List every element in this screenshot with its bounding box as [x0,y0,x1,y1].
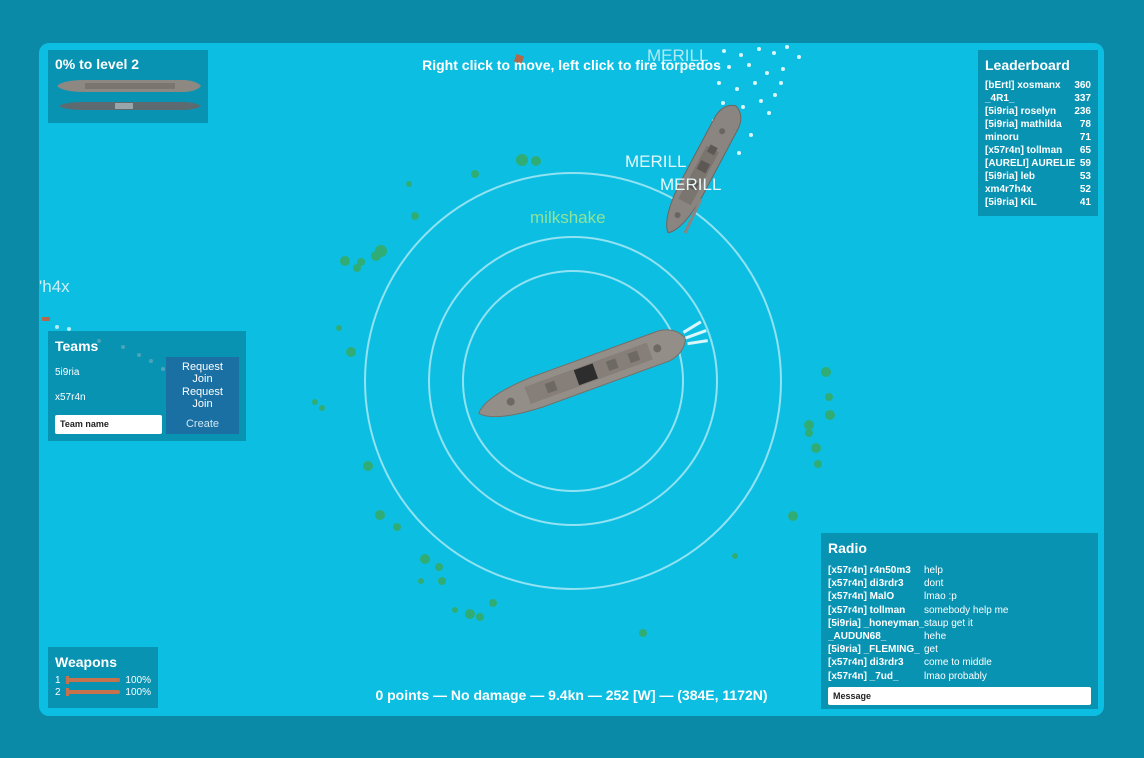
radio-sender: [x57r4n] di3rdr3 [828,578,904,590]
status-bar: 0 points — No damage — 9.4kn — 252 [W] —… [375,687,768,703]
submarine-preview-icon [59,102,201,110]
radio-text: hehe [924,631,947,643]
leaderboard-player-name: minoru [985,132,1019,143]
leaderboard-row: [5i9ria] leb 53 [985,170,1091,183]
enemy-name-label: MERILL [660,175,722,194]
weapons-title: Weapons [55,654,117,670]
leaderboard-score: 236 [1074,106,1091,117]
leaderboard-player-name: [5i9ria] KiL [985,197,1037,208]
request-join-button[interactable]: Request Join [166,381,239,414]
leaderboard-row: [5i9ria] mathilda 78 [985,118,1091,131]
leaderboard-row: _4R1_ 337 [985,92,1091,105]
radio-text: somebody help me [924,604,1009,616]
leaderboard-row: [AURELI] AURELIE 59 [985,157,1091,170]
player-ship [478,320,708,418]
level-panel: 0% to level 2 [48,50,208,123]
enemy-name-label: MERILL [647,46,709,65]
leaderboard-player-name: [5i9ria] roselyn [985,106,1057,117]
leaderboard-row: [5i9ria] roselyn 236 [985,105,1091,118]
leaderboard-score: 59 [1079,158,1091,169]
level-title: 0% to level 2 [55,56,140,72]
leaderboard-score: 52 [1079,184,1091,195]
weapon-reload-percent: 100% [125,674,151,686]
leaderboard-player-name: [x57r4n] tollman [985,145,1063,156]
create-team-button[interactable]: Create [166,414,239,434]
leaderboard-player-name: xm4r7h4x [985,184,1032,195]
team-row: x57r4n Request Join [55,381,239,414]
leaderboard-player-name: _4R1_ [985,93,1015,104]
leaderboard-player-name: [5i9ria] mathilda [985,119,1062,130]
radio-text: come to middle [924,657,992,669]
leaderboard-panel: Leaderboard [bErtl] xosmanx 360 _4R1_ 337 [5… [978,50,1098,216]
radio-text: dont [924,578,944,590]
radio-title: Radio [828,540,867,556]
enemy-name-label: MERILL [625,152,687,171]
radio-text: help [924,565,943,576]
radio-sender: [x57r4n] r4n50m3 [828,565,911,576]
radio-message: [x57r4n] di3rdr3 dont [828,577,1091,590]
teams-title: Teams [55,338,99,354]
torpedo-icon [65,676,121,684]
leaderboard-score: 53 [1079,171,1091,182]
game-canvas[interactable]: Right click to move, left click to fire … [39,43,1104,716]
radio-message: [5i9ria] _honeyman_ staup get it [828,617,1091,630]
leaderboard-row: [bErtl] xosmanx 360 [985,79,1091,92]
weapon-slot[interactable]: 1 100% [55,674,151,686]
weapon-slot-number: 1 [55,674,61,686]
leaderboard-score: 360 [1074,80,1091,91]
leaderboard-row: minoru 71 [985,131,1091,144]
radio-text: lmao probably [924,670,987,682]
radio-message: [x57r4n] MalO lmao :p [828,590,1091,603]
offscreen-player-label: 'h4x [39,277,70,296]
radio-message: _AUDUN68_ hehe [828,630,1091,643]
radio-sender: [x57r4n] tollman [828,604,906,616]
leaderboard-title: Leaderboard [985,57,1070,73]
radio-sender: [x57r4n] MalO [828,591,895,603]
ship-preview-icon [57,80,201,92]
player-name-label: milkshake [530,208,606,227]
radio-message: [x57r4n] r4n50m3 help [828,564,1091,577]
ship-upgrade-preview [57,80,201,110]
radio-sender: [x57r4n] di3rdr3 [828,657,904,669]
radio-message: [5i9ria] _FLEMING_ get [828,643,1091,656]
radio-text: staup get it [924,617,973,629]
leaderboard-player-name: [bErtl] xosmanx [985,80,1061,91]
team-create-row: Team name Create [55,414,239,434]
leaderboard-row: [x57r4n] tollman 65 [985,144,1091,157]
team-name: 5i9ria [55,367,80,378]
leaderboard-player-name: [5i9ria] leb [985,171,1036,182]
leaderboard-score: 78 [1079,119,1091,130]
leaderboard-score: 41 [1079,197,1091,208]
radio-sender: [x57r4n] _7ud_ [828,670,899,682]
debris [42,317,50,321]
radio-panel: Radio [x57r4n] r4n50m3 help [x57r4n] di3rd… [821,533,1098,709]
radio-message: [x57r4n] tollman somebody help me [828,604,1091,617]
leaderboard-score: 71 [1079,132,1091,143]
leaderboard-row: xm4r7h4x 52 [985,183,1091,196]
team-name: x57r4n [55,392,86,403]
leaderboard-row: [5i9ria] KiL 41 [985,196,1091,209]
radio-message: [x57r4n] _7ud_ lmao probably [828,670,1091,683]
radio-sender: _AUDUN68_ [828,631,887,643]
radio-sender: [5i9ria] _FLEMING_ [828,644,920,656]
radio-text: lmao :p [924,591,957,603]
radio-sender: [5i9ria] _honeyman_ [828,617,924,629]
radio-text: get [924,644,938,656]
teams-panel: Teams 5i9ria Request Join x57r4n Request… [48,331,246,441]
team-name-input[interactable]: Team name [55,414,162,434]
radio-message: [x57r4n] di3rdr3 come to middle [828,656,1091,669]
leaderboard-score: 65 [1079,145,1091,156]
leaderboard-player-name: [AURELI] AURELIE [985,158,1076,169]
leaderboard-score: 337 [1074,93,1091,104]
